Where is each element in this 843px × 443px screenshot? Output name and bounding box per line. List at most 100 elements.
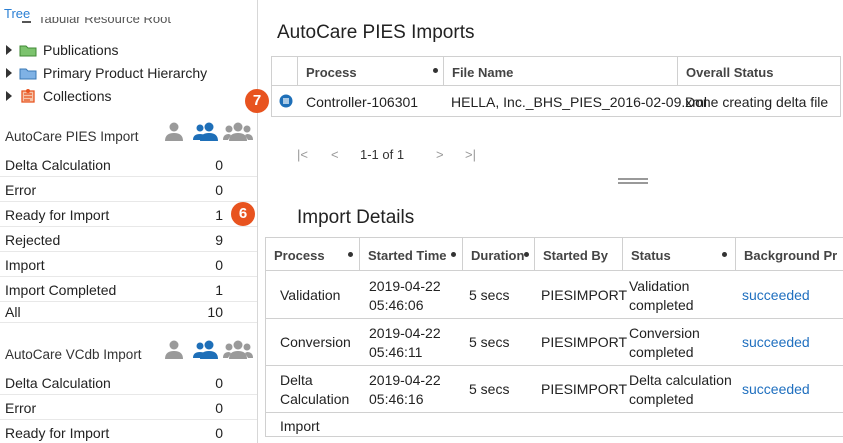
- background-process-link[interactable]: succeeded: [742, 380, 810, 399]
- users-icon[interactable]: [192, 121, 220, 143]
- tree-item-publications[interactable]: Publications: [6, 40, 119, 60]
- row-count: 0: [215, 425, 223, 441]
- background-process-link[interactable]: succeeded: [742, 333, 810, 352]
- user-icon[interactable]: [163, 121, 185, 143]
- expand-arrow-icon[interactable]: [6, 45, 12, 55]
- cell-duration: 5 secs: [469, 287, 510, 303]
- collections-icon: [21, 89, 35, 103]
- green-folder-icon: [19, 45, 37, 57]
- vcdb-delta-calculation-row[interactable]: Delta Calculation 0: [0, 370, 257, 395]
- table-row[interactable]: Import: [266, 413, 843, 437]
- table-row[interactable]: Controller-106301 HELLA, Inc._BHS_PIES_2…: [272, 87, 840, 116]
- cell-process-line2: Calculation: [280, 391, 350, 407]
- users-icon[interactable]: [192, 339, 220, 361]
- next-page-button[interactable]: >: [436, 147, 444, 162]
- row-label: Import Completed: [5, 282, 117, 298]
- pies-import-completed-row[interactable]: Import Completed 1: [0, 277, 257, 302]
- tree-item-primary-product-hierarchy[interactable]: Primary Product Hierarchy: [6, 63, 207, 83]
- row-detail-icon[interactable]: [279, 94, 293, 108]
- callout-badge-6: 6: [231, 202, 255, 226]
- vcdb-role-icons: [163, 339, 255, 361]
- column-header-label: Status: [631, 248, 671, 263]
- column-header-label: Started By: [543, 248, 609, 263]
- column-header-process[interactable]: Process: [266, 238, 359, 271]
- column-header-label: Overall Status: [686, 65, 774, 80]
- cell-started-clock: 05:46:11: [369, 344, 423, 360]
- row-label: Ready for Import: [5, 207, 110, 223]
- column-header-label: Process: [274, 248, 325, 263]
- page-range-label: 1-1 of 1: [360, 147, 405, 162]
- cell-status-line1: Validation: [629, 278, 690, 294]
- column-header-file-name[interactable]: File Name: [443, 57, 677, 86]
- column-header-overall-status[interactable]: Overall Status: [677, 57, 840, 86]
- cell-started-clock: 05:46:06: [369, 297, 424, 313]
- imports-grid: Process File Name Overall Status Control…: [271, 56, 841, 117]
- column-header-process[interactable]: Process: [297, 57, 443, 86]
- cell-file-name: HELLA, Inc._BHS_PIES_2016-02-09.xml: [451, 94, 708, 110]
- first-page-button[interactable]: |<: [297, 147, 308, 162]
- column-header-label: File Name: [452, 65, 514, 80]
- tree-item-label: Primary Product Hierarchy: [43, 65, 208, 81]
- user-icon[interactable]: [163, 339, 185, 361]
- cell-process: Conversion: [280, 334, 351, 350]
- column-header-duration[interactable]: Duration: [462, 238, 534, 271]
- cell-started-date: 2019-04-22: [369, 325, 441, 341]
- row-count: 0: [215, 257, 223, 273]
- cell-duration: 5 secs: [469, 381, 510, 397]
- column-header-started-by[interactable]: Started By: [534, 238, 622, 271]
- page-title: AutoCare PIES Imports: [277, 22, 475, 43]
- prev-page-button[interactable]: <: [331, 147, 339, 162]
- row-count: 10: [207, 304, 223, 320]
- table-row[interactable]: Conversion 2019-04-22 05:46:11 5 secs PI…: [266, 319, 843, 366]
- import-details-title: Import Details: [297, 207, 415, 228]
- row-label: Delta Calculation: [5, 375, 111, 391]
- cell-status-line2: completed: [629, 391, 694, 407]
- row-count: 0: [215, 182, 223, 198]
- vcdb-error-row[interactable]: Error 0: [0, 395, 257, 420]
- row-count: 0: [215, 157, 223, 173]
- column-menu-icon[interactable]: [722, 252, 727, 257]
- pies-role-icons: [163, 121, 255, 143]
- column-header-background-process[interactable]: Background Pr: [735, 238, 843, 271]
- pies-error-row[interactable]: Error 0: [0, 177, 257, 202]
- cell-started-date: 2019-04-22: [369, 372, 441, 388]
- table-row[interactable]: Delta Calculation 2019-04-22 05:46:16 5 …: [266, 366, 843, 413]
- group-icon[interactable]: [223, 339, 253, 361]
- pies-delta-calculation-row[interactable]: Delta Calculation 0: [0, 152, 257, 177]
- blue-folder-icon: [19, 68, 37, 80]
- row-label: Import: [5, 257, 45, 273]
- column-menu-icon[interactable]: [524, 252, 529, 257]
- row-count: 1: [215, 207, 223, 223]
- splitter-grip-handle[interactable]: [618, 178, 648, 184]
- expand-arrow-icon[interactable]: [6, 91, 12, 101]
- vcdb-ready-for-import-row[interactable]: Ready for Import 0: [0, 420, 257, 443]
- tree-item-cut-off[interactable]: Tabular Resource Root: [22, 17, 172, 29]
- row-label: Error: [5, 182, 37, 198]
- cell-started-by: PIESIMPORT: [541, 381, 628, 397]
- pies-all-row[interactable]: All 10: [0, 302, 257, 323]
- column-menu-icon[interactable]: [451, 252, 456, 257]
- background-process-link[interactable]: succeeded: [742, 286, 810, 305]
- table-row[interactable]: Validation 2019-04-22 05:46:06 5 secs PI…: [266, 272, 843, 319]
- column-menu-icon[interactable]: [348, 252, 353, 257]
- cell-started-date: 2019-04-22: [369, 278, 441, 294]
- details-grid-header: Process Started Time Duration Started By…: [266, 238, 843, 271]
- row-label: Error: [5, 400, 37, 416]
- pies-rejected-row[interactable]: Rejected 9: [0, 227, 257, 252]
- pies-import-row[interactable]: Import 0: [0, 252, 257, 277]
- tree-item-collections[interactable]: Collections: [6, 86, 111, 106]
- cell-started-by: PIESIMPORT: [541, 334, 628, 350]
- column-menu-icon[interactable]: [433, 68, 438, 73]
- cell-process: Validation: [280, 287, 341, 303]
- column-header-status[interactable]: Status: [622, 238, 735, 271]
- cell-started-clock: 05:46:16: [369, 391, 424, 407]
- pies-import-section-title: AutoCare PIES Import: [5, 129, 139, 144]
- imports-grid-header: Process File Name Overall Status: [272, 57, 840, 86]
- last-page-button[interactable]: >|: [465, 147, 476, 162]
- row-count: 0: [215, 400, 223, 416]
- expand-arrow-icon[interactable]: [6, 68, 12, 78]
- pies-ready-for-import-row[interactable]: Ready for Import 1: [0, 202, 257, 227]
- column-header-started-time[interactable]: Started Time: [359, 238, 462, 271]
- cell-started-by: PIESIMPORT: [541, 287, 628, 303]
- group-icon[interactable]: [223, 121, 253, 143]
